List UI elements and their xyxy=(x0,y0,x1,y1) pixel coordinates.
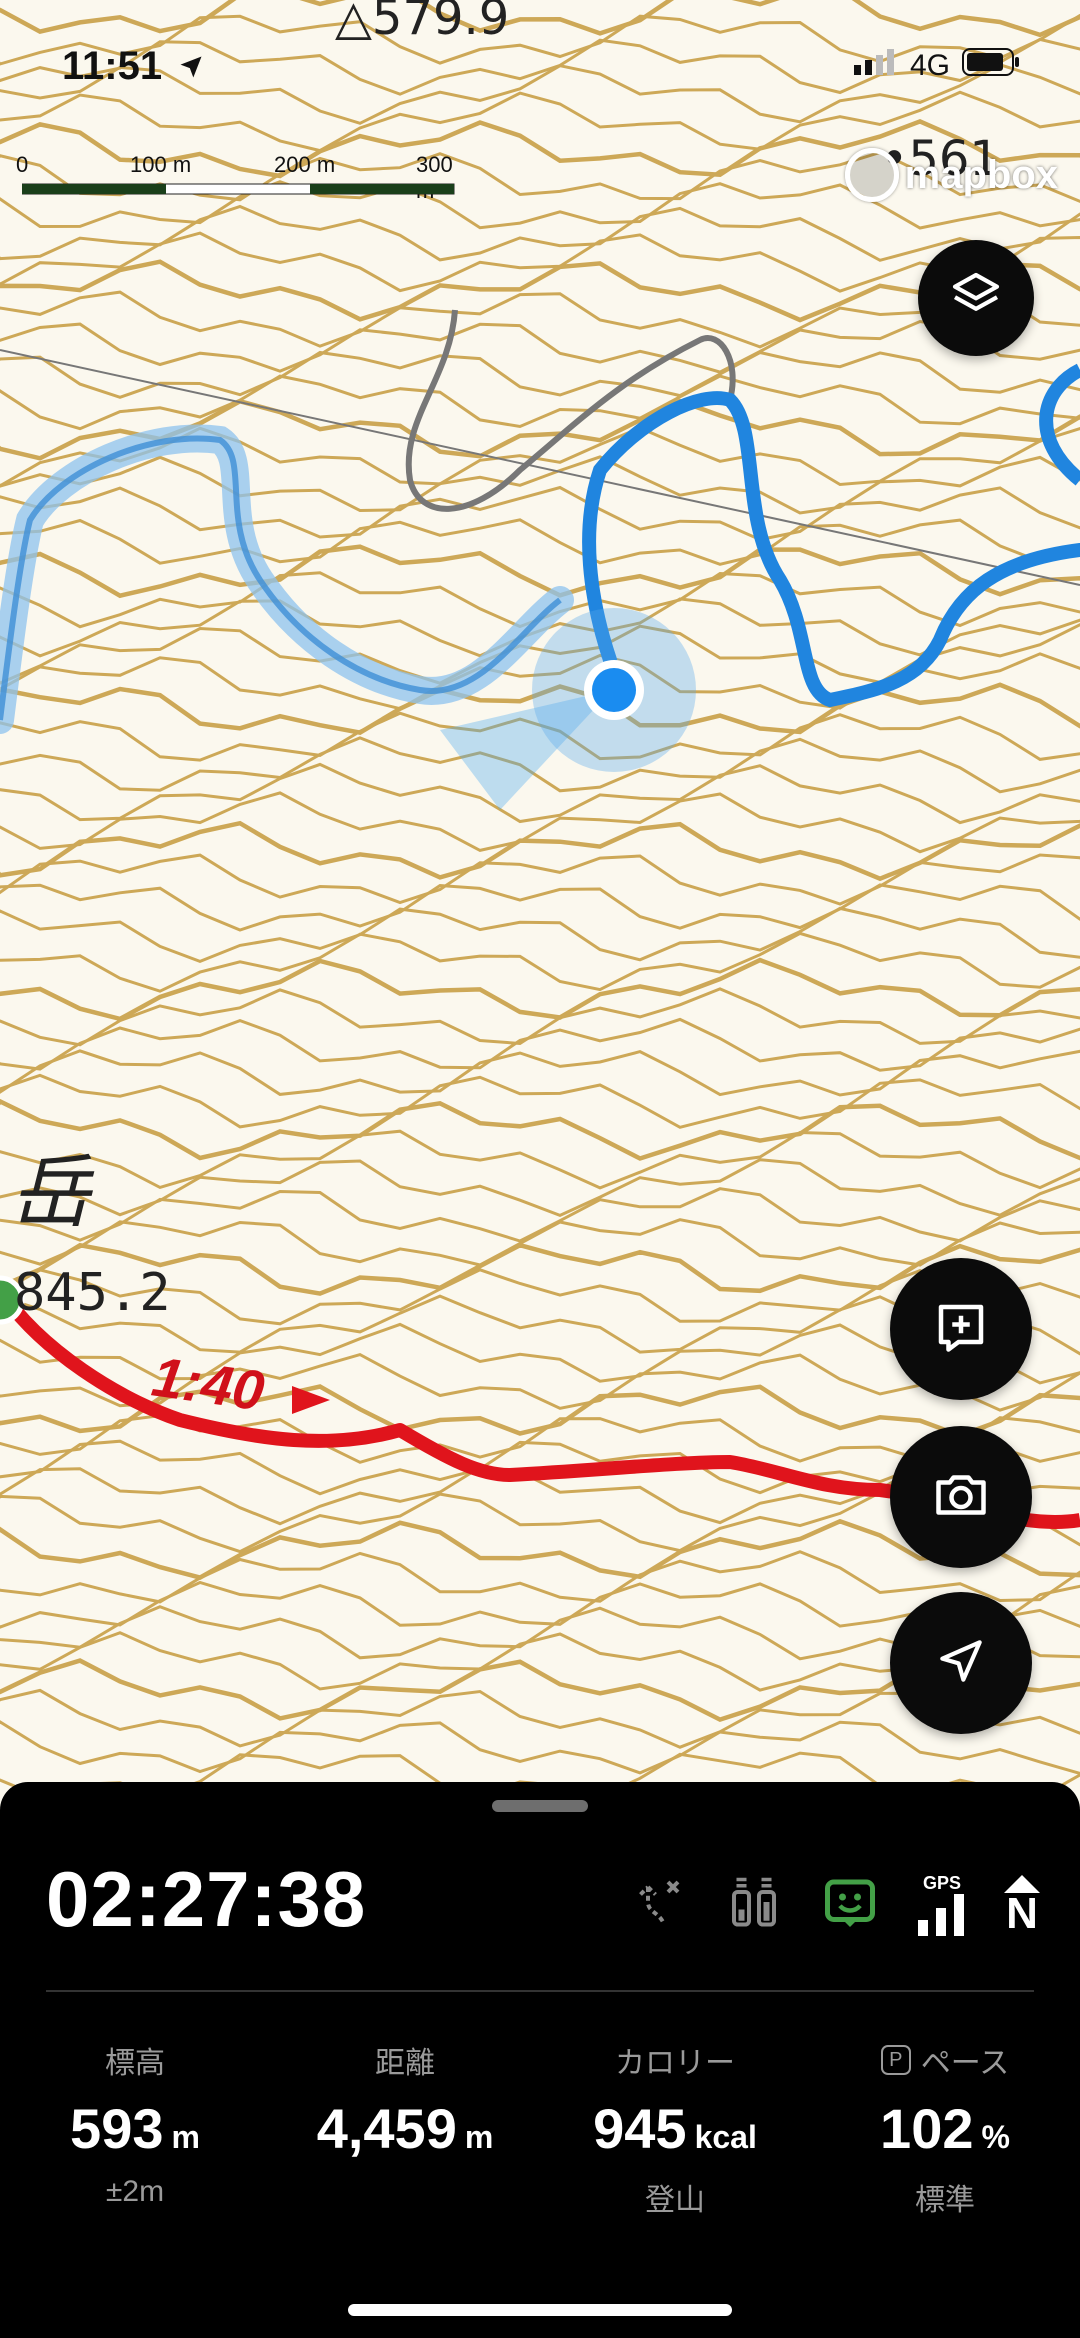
activity-panel: 02:27:38 GPS N 標高 593 m ±2m 距離 4,459 m カ… xyxy=(0,1782,1080,2338)
battery-icon[interactable] xyxy=(724,1872,784,1937)
network-status: 4G xyxy=(853,48,1020,84)
stat-pace[interactable]: P ペース 102% 標準 xyxy=(810,2038,1080,2217)
camera-icon xyxy=(931,1465,991,1530)
stat-pace-label: P ペース xyxy=(810,2038,1080,2082)
gps-signal-icon[interactable]: GPS xyxy=(916,1874,968,1936)
stat-elevation-value: 593 xyxy=(70,2097,164,2160)
scale-label-100: 100 m xyxy=(130,152,192,177)
pace-badge-icon: P xyxy=(880,2045,911,2075)
stat-elevation-sub: ±2m xyxy=(105,2175,165,2208)
stat-pace-value: 102 xyxy=(880,2097,974,2160)
mapbox-logo-icon xyxy=(844,148,899,202)
stat-distance-label: 距離 xyxy=(375,2047,435,2080)
layers-button[interactable] xyxy=(918,240,1034,356)
off-route-icon[interactable] xyxy=(628,1872,688,1937)
add-memo-button[interactable] xyxy=(890,1258,1032,1400)
scale-bar: 0 100 m 200 m 300 m xyxy=(16,152,456,203)
locate-me-button[interactable] xyxy=(890,1592,1032,1734)
battery-status-icon xyxy=(962,48,1020,84)
drag-handle[interactable] xyxy=(492,1800,588,1812)
layers-icon xyxy=(948,268,1004,329)
stat-distance[interactable]: 距離 4,459 m xyxy=(270,2038,540,2211)
mapbox-attribution: mapbox xyxy=(844,148,1058,202)
camera-button[interactable] xyxy=(890,1426,1032,1568)
status-bar: 11:51 4G xyxy=(0,40,1080,100)
panel-divider xyxy=(46,1990,1034,1992)
stat-calories[interactable]: カロリー 945 kcal 登山 xyxy=(540,2038,810,2217)
stat-pace-sub: 標準 xyxy=(915,2184,975,2217)
status-time: 11:51 xyxy=(62,44,205,91)
home-indicator xyxy=(348,2304,732,2316)
cellular-signal-icon xyxy=(853,49,898,83)
network-type: 4G xyxy=(909,49,950,82)
stat-elevation-label: 標高 xyxy=(105,2047,165,2080)
stats-row: 標高 593 m ±2m 距離 4,459 m カロリー 945 kcal 登山 Pペ… xyxy=(0,2038,1080,2217)
peak-label-left: 845.2 xyxy=(14,1263,171,1323)
mountain-name-char: 岳 xyxy=(10,1146,95,1239)
face-icon[interactable] xyxy=(820,1872,880,1937)
north-icon[interactable]: N xyxy=(1004,1874,1040,1935)
scale-label-200: 200 m xyxy=(274,152,336,177)
locate-icon xyxy=(933,1633,989,1694)
stat-calories-value: 945 xyxy=(593,2097,687,2160)
stat-elevation[interactable]: 標高 593 m ±2m xyxy=(0,2038,270,2211)
add-memo-icon xyxy=(931,1297,991,1362)
status-icons: GPS N xyxy=(628,1872,1040,1937)
scale-label-0: 0 xyxy=(16,152,29,177)
stat-distance-value: 4,459 xyxy=(316,2097,457,2160)
stat-calories-label: カロリー xyxy=(615,2047,735,2080)
stat-calories-sub: 登山 xyxy=(645,2184,705,2217)
elapsed-time: 02:27:38 xyxy=(46,1855,367,1943)
stat-distance-sub xyxy=(270,2175,540,2211)
navigation-arrow-icon xyxy=(177,46,205,91)
